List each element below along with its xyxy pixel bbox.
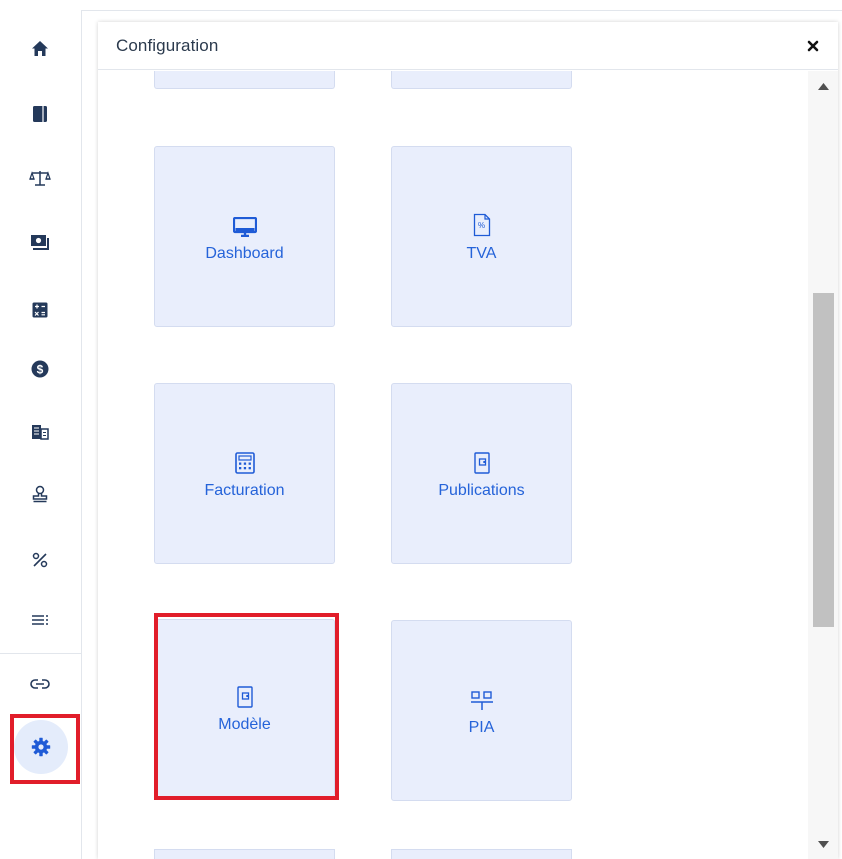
tile-label: Modèle [218,716,271,733]
svg-text:%: % [477,221,484,230]
tile-label: Publications [438,481,525,499]
rail-item-list[interactable] [18,598,62,642]
configuration-panel: Configuration Dashboard % TVA Facturatio… [98,22,838,859]
triangle-up-icon [817,82,829,90]
document-icon [473,451,490,474]
rail-item-book[interactable] [18,92,62,136]
close-button[interactable] [804,37,822,55]
book-icon [33,106,47,122]
rail-item-link[interactable] [18,662,62,706]
percent-icon [32,552,48,568]
dollar-circle-icon: $ [31,360,49,378]
tile-label: Dashboard [205,244,284,262]
scrollbar-thumb[interactable] [813,293,834,627]
tile-label: Facturation [204,481,285,499]
balance-scale-icon [29,171,51,186]
rail-item-stamp[interactable] [18,472,62,516]
home-icon [32,40,48,56]
rail-item-home[interactable] [18,26,62,70]
tile-partial[interactable] [154,849,335,859]
tile-publications[interactable]: Publications [391,383,572,564]
building-icon [32,425,49,440]
list-icon [32,615,48,625]
rail-item-dollar[interactable]: $ [18,347,62,391]
scroll-up-button[interactable] [808,75,838,97]
panel-header: Configuration [98,22,838,70]
document-icon [236,686,253,708]
rail-item-money[interactable] [18,220,62,264]
rail-border [81,10,82,859]
tile-partial[interactable] [391,71,572,89]
svg-text:$: $ [37,363,44,377]
monitor-icon [232,216,257,237]
tile-partial[interactable] [154,71,335,89]
top-divider [82,10,842,11]
rail-divider [0,653,81,654]
tile-modele[interactable]: Modèle [154,619,335,797]
calculator-icon [32,302,48,318]
panel-title: Configuration [116,36,219,55]
tile-partial[interactable] [391,849,572,859]
rail-item-percent[interactable] [18,538,62,582]
close-icon [807,40,819,52]
scrollbar[interactable] [808,71,838,859]
calculator-icon [234,451,255,474]
triangle-down-icon [817,840,829,848]
rail-item-calculator[interactable] [18,288,62,332]
link-icon [30,679,50,689]
icon-rail: $ [0,0,82,859]
rail-item-balance[interactable] [18,156,62,200]
tile-label: TVA [466,244,497,262]
tile-label: PIA [468,718,495,736]
tile-facturation[interactable]: Facturation [154,383,335,564]
percent-document-icon: % [473,213,490,236]
org-chart-icon [470,690,493,710]
money-bill-icon [31,234,49,250]
tile-pia[interactable]: PIA [391,620,572,801]
stamp-icon [32,485,48,503]
panel-body: Dashboard % TVA Facturation Publications… [98,71,838,859]
tile-dashboard[interactable]: Dashboard [154,146,335,327]
scroll-down-button[interactable] [808,833,838,855]
gear-icon [31,737,51,757]
tile-tva[interactable]: % TVA [391,146,572,327]
rail-item-building[interactable] [18,410,62,454]
rail-item-settings[interactable] [14,720,68,774]
